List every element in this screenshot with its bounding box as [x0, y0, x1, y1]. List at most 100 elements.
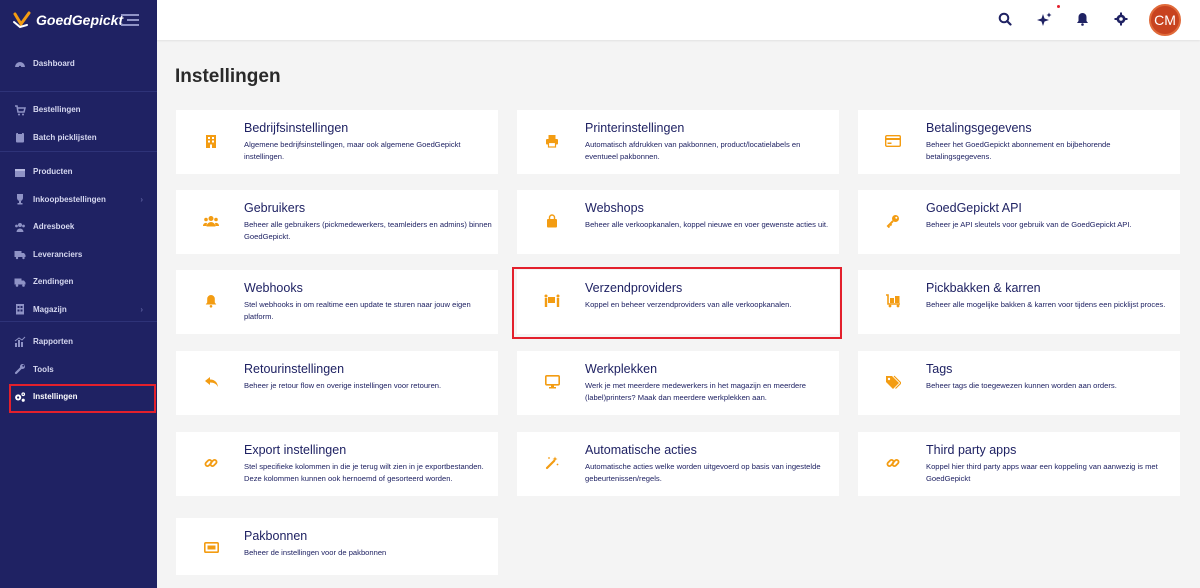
sidebar-item-adresboek[interactable]: Adresboek: [0, 213, 157, 241]
menu-toggle-icon[interactable]: [121, 13, 139, 27]
sidebar: GoedGepickt Dashboard Bestellingen Batch…: [0, 0, 157, 588]
sidebar-item-inkoopbestellingen[interactable]: Inkoopbestellingen ›: [0, 186, 157, 214]
sidebar-item-label: Magazijn: [33, 304, 67, 314]
card-title: Verzendproviders: [585, 281, 683, 295]
receipt-icon: [200, 536, 222, 558]
key-icon: [882, 210, 904, 232]
notification-dot: [1057, 5, 1060, 8]
card-description: Beheer alle verkoopkanalen, koppel nieuw…: [585, 220, 829, 229]
dashboard-icon: [14, 58, 26, 70]
truck-icon: [14, 248, 26, 260]
sidebar-item-label: Instellingen: [33, 392, 78, 402]
wrench-icon: [14, 363, 26, 375]
sidebar-item-magazijn[interactable]: Magazijn ›: [0, 296, 157, 324]
settings-card-pakbonnen[interactable]: Pakbonnen Beheer de instellingen voor de…: [176, 518, 498, 575]
logo-text: GoedGepickt: [36, 12, 124, 28]
settings-card-betalingsgegevens[interactable]: Betalingsgegevens Beheer het GoedGepickt…: [858, 110, 1180, 174]
settings-card-goedgepickt-api[interactable]: GoedGepickt API Beheer je API sleutels v…: [858, 190, 1180, 254]
sidebar-item-zendingen[interactable]: Zendingen: [0, 268, 157, 296]
cogs-icon: [14, 391, 26, 403]
sidebar-item-label: Bestellingen: [33, 105, 81, 115]
bell-icon[interactable]: [1074, 11, 1090, 27]
sidebar-item-label: Tools: [33, 364, 54, 374]
settings-card-webshops[interactable]: Webshops Beheer alle verkoopkanalen, kop…: [517, 190, 839, 254]
sidebar-item-label: Dashboard: [33, 59, 75, 69]
sidebar-item-leveranciers[interactable]: Leveranciers: [0, 241, 157, 269]
logo-icon: [12, 10, 32, 30]
settings-card-tags[interactable]: Tags Beheer tags die toegewezen kunnen w…: [858, 351, 1180, 415]
card-title: Webhooks: [244, 281, 303, 295]
settings-card-export-instellingen[interactable]: Export instellingen Stel specifieke kolo…: [176, 432, 498, 496]
card-title: Bedrijfsinstellingen: [244, 121, 349, 135]
sidebar-item-label: Inkoopbestellingen: [33, 194, 106, 204]
chart-icon: [14, 336, 26, 348]
card-title: Pakbonnen: [244, 529, 308, 543]
sidebar-item-rapporten[interactable]: Rapporten: [0, 328, 157, 356]
settings-card-webhooks[interactable]: Webhooks Stel webhooks in om realtime ee…: [176, 270, 498, 334]
avatar[interactable]: CM: [1149, 4, 1181, 36]
search-icon[interactable]: [997, 11, 1013, 27]
printer-icon: [541, 130, 563, 152]
card-title: Tags: [926, 362, 953, 376]
sidebar-item-label: Producten: [33, 167, 73, 177]
reply-icon: [200, 371, 222, 393]
settings-card-werkplekken[interactable]: Werkplekken Werk je met meerdere medewer…: [517, 351, 839, 415]
card-title: Retourinstellingen: [244, 362, 345, 376]
card-description: Automatische acties welke worden uitgevo…: [585, 462, 821, 483]
cart-icon: [14, 104, 26, 116]
shopping-bag-icon: [541, 210, 563, 232]
link-icon: [882, 452, 904, 474]
link-icon: [200, 452, 222, 474]
sidebar-item-producten[interactable]: Producten: [0, 158, 157, 186]
settings-card-bedrijfsinstellingen[interactable]: Bedrijfsinstellingen Algemene bedrijfsin…: [176, 110, 498, 174]
settings-card-verzendproviders[interactable]: Verzendproviders Koppel en beheer verzen…: [512, 267, 842, 339]
users-icon: [14, 221, 26, 233]
card-title: Third party apps: [926, 443, 1017, 457]
card-title: Werkplekken: [585, 362, 658, 376]
sidebar-item-dashboard[interactable]: Dashboard: [0, 50, 157, 78]
sidebar-item-bestellingen[interactable]: Bestellingen: [0, 96, 157, 124]
settings-card-third-party-apps[interactable]: Third party apps Koppel hier third party…: [858, 432, 1180, 496]
card-description: Beheer tags die toegewezen kunnen worden…: [926, 381, 1117, 390]
top-bar: CM: [157, 0, 1200, 40]
chevron-right-icon: ›: [140, 304, 143, 314]
sidebar-item-label: Leveranciers: [33, 249, 83, 259]
sparkles-icon[interactable]: [1036, 11, 1052, 27]
card-description: Beheer alle gebruikers (pickmedewerkers,…: [244, 220, 492, 241]
card-description: Beheer je API sleutels voor gebruik van …: [926, 220, 1132, 229]
settings-card-automatische-acties[interactable]: Automatische acties Automatische acties …: [517, 432, 839, 496]
card-description: Automatisch afdrukken van pakbonnen, pro…: [585, 140, 801, 161]
gear-icon[interactable]: [1113, 11, 1129, 27]
settings-card-gebruikers[interactable]: Gebruikers Beheer alle gebruikers (pickm…: [176, 190, 498, 254]
dolly-icon: [882, 290, 904, 312]
card-title: GoedGepickt API: [926, 201, 1022, 215]
sidebar-item-label: Batch picklijsten: [33, 132, 97, 142]
card-title: Gebruikers: [244, 201, 306, 215]
card-description: Koppel hier third party apps waar een ko…: [926, 462, 1158, 483]
building-icon: [200, 130, 222, 152]
sidebar-item-tools[interactable]: Tools: [0, 356, 157, 384]
card-description: Beheer de instellingen voor de pakbonnen: [244, 548, 387, 557]
users-icon: [200, 210, 222, 232]
card-description: Beheer je retour flow en overige instell…: [244, 381, 442, 390]
desktop-icon: [541, 371, 563, 393]
settings-card-printerinstellingen[interactable]: Printerinstellingen Automatisch afdrukke…: [517, 110, 839, 174]
card-description: Werk je met meerdere medewerkers in het …: [585, 381, 807, 402]
sidebar-item-label: Rapporten: [33, 337, 73, 347]
card-title: Pickbakken & karren: [926, 281, 1041, 295]
shipping-icon: [14, 276, 26, 288]
settings-card-retourinstellingen[interactable]: Retourinstellingen Beheer je retour flow…: [176, 351, 498, 415]
sidebar-item-batch-picklijsten[interactable]: Batch picklijsten: [0, 124, 157, 152]
chevron-right-icon: ›: [140, 194, 143, 204]
card-description: Beheer alle mogelijke bakken & karren vo…: [926, 300, 1166, 309]
box-icon: [14, 166, 26, 178]
sidebar-item-instellingen[interactable]: Instellingen: [0, 383, 157, 413]
card-title: Printerinstellingen: [585, 121, 685, 135]
card-title: Automatische acties: [585, 443, 697, 457]
page-title: Instellingen: [175, 66, 281, 87]
card-description: Stel webhooks in om realtime een update …: [244, 300, 471, 321]
tags-icon: [882, 371, 904, 393]
warehouse-icon: [14, 303, 26, 315]
credit-card-icon: [882, 130, 904, 152]
settings-card-pickbakken-karren[interactable]: Pickbakken & karren Beheer alle mogelijk…: [858, 270, 1180, 334]
